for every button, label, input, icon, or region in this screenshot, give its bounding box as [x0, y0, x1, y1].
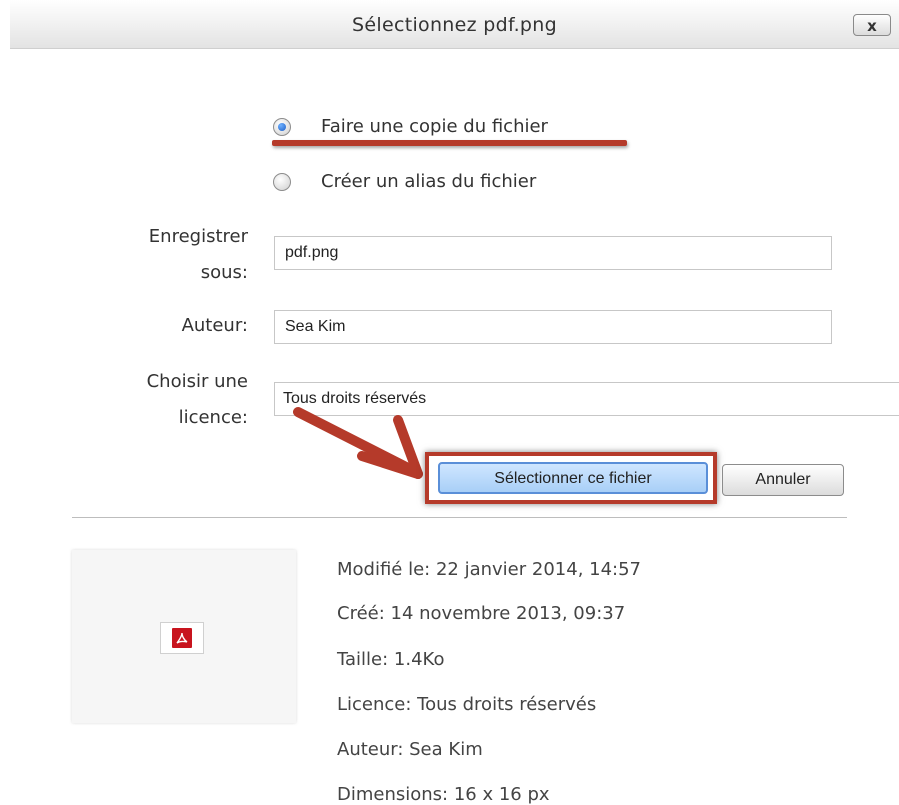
annotation-underline	[272, 140, 627, 146]
author-input[interactable]: Sea Kim	[274, 310, 832, 344]
author-info: Auteur: Sea Kim	[337, 739, 483, 760]
license-label: Choisir une licence:	[147, 364, 248, 436]
save-as-input[interactable]: pdf.png	[274, 236, 832, 270]
option-copy-file[interactable]: Faire une copie du fichier	[273, 116, 548, 137]
license-label-line2: licence:	[178, 407, 248, 428]
license-label-line1: Choisir une	[146, 371, 248, 392]
pdf-icon	[160, 622, 204, 654]
option-copy-label: Faire une copie du fichier	[321, 116, 548, 137]
close-button[interactable]: x	[853, 14, 891, 36]
annotation-arrow	[293, 407, 423, 479]
license-info: Licence: Tous droits réservés	[337, 694, 597, 715]
save-as-label: Enregistrer sous:	[149, 219, 248, 291]
author-label: Auteur:	[181, 315, 248, 336]
size-info: Taille: 1.4Ko	[337, 649, 445, 670]
created-info: Créé: 14 novembre 2013, 09:37	[337, 603, 626, 624]
modified-info: Modifié le: 22 janvier 2014, 14:57	[337, 559, 642, 580]
option-alias-label: Créer un alias du fichier	[321, 171, 537, 192]
cancel-button[interactable]: Annuler	[722, 464, 844, 496]
dialog-title: Sélectionnez pdf.png	[352, 14, 557, 36]
file-preview	[72, 550, 296, 723]
select-file-button[interactable]: Sélectionner ce fichier	[438, 462, 708, 494]
radio-copy-file[interactable]	[273, 117, 291, 136]
close-icon: x	[867, 17, 877, 35]
radio-create-alias[interactable]	[273, 172, 291, 191]
dialog-titlebar: Sélectionnez pdf.png x	[10, 0, 899, 49]
divider	[72, 517, 847, 518]
save-as-label-line1: Enregistrer	[148, 226, 248, 247]
option-create-alias[interactable]: Créer un alias du fichier	[273, 171, 536, 192]
save-as-label-line2: sous:	[200, 262, 248, 283]
